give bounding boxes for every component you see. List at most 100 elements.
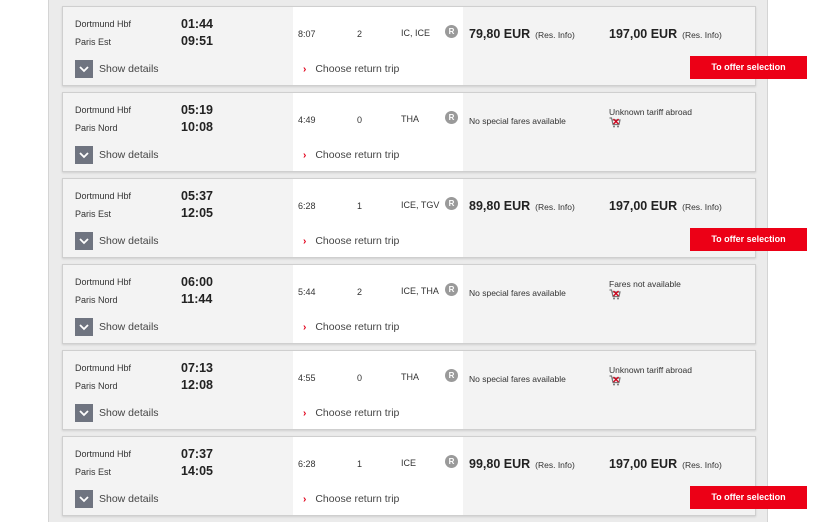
reservation-icon[interactable]: R <box>445 197 458 210</box>
connection-row: Dortmund Hbf Paris Est Show details 05:3… <box>62 178 807 258</box>
times-cell: 07:37 14:05 <box>175 437 293 515</box>
saver-fare-cell: 99,80 EUR (Res. Info) <box>463 437 603 515</box>
show-details-label[interactable]: Show details <box>99 235 159 247</box>
arrival-time: 11:44 <box>181 292 213 306</box>
departure-time: 07:37 <box>181 447 213 461</box>
departure-station: Dortmund Hbf <box>75 277 132 287</box>
departure-time: 07:13 <box>181 361 213 375</box>
chevron-right-icon: › <box>303 63 307 75</box>
show-details-button[interactable]: Show details <box>75 146 159 164</box>
stations-cell: Dortmund Hbf Paris Nord Show details <box>63 351 175 429</box>
departure-time: 01:44 <box>181 17 213 31</box>
times-cell: 06:00 11:44 <box>175 265 293 343</box>
show-details-label[interactable]: Show details <box>99 63 159 75</box>
res-info-link[interactable]: (Res. Info) <box>535 460 575 470</box>
connection-row: Dortmund Hbf Paris Est Show details 01:4… <box>62 6 807 86</box>
to-offer-selection-button[interactable]: To offer selection <box>690 56 807 79</box>
reservation-icon[interactable]: R <box>445 25 458 38</box>
choose-return-trip-link[interactable]: › Choose return trip <box>303 235 399 247</box>
to-offer-selection-button[interactable]: To offer selection <box>690 228 807 251</box>
show-details-button[interactable]: Show details <box>75 318 159 336</box>
arrival-station: Paris Est <box>75 37 112 47</box>
show-details-button[interactable]: Show details <box>75 60 159 78</box>
flex-fare-cell: 197,00 EUR (Res. Info) To offer selection <box>603 7 807 85</box>
to-offer-selection-button[interactable]: To offer selection <box>690 486 807 509</box>
choose-return-trip-link[interactable]: › Choose return trip <box>303 321 399 333</box>
train-products: IC, ICE <box>401 28 431 38</box>
arrival-time: 14:05 <box>181 464 213 478</box>
show-details-label[interactable]: Show details <box>99 407 159 419</box>
choose-return-trip-label[interactable]: Choose return trip <box>315 493 399 505</box>
departure-station: Dortmund Hbf <box>75 105 132 115</box>
departure-time: 06:00 <box>181 275 213 289</box>
choose-return-trip-label[interactable]: Choose return trip <box>315 321 399 333</box>
reservation-icon[interactable]: R <box>445 369 458 382</box>
choose-return-trip-link[interactable]: › Choose return trip <box>303 407 399 419</box>
stations-cell: Dortmund Hbf Paris Est Show details <box>63 437 175 515</box>
fare-value: 79,80 EUR <box>469 27 531 41</box>
connection-row: Dortmund Hbf Paris Nord Show details 06:… <box>62 264 756 344</box>
fare-value: 197,00 EUR <box>609 199 678 213</box>
train-products: THA <box>401 114 419 124</box>
choose-return-trip-link[interactable]: › Choose return trip <box>303 149 399 161</box>
connection-row: Dortmund Hbf Paris Nord Show details 07:… <box>62 350 756 430</box>
stations-cell: Dortmund Hbf Paris Est Show details <box>63 179 175 257</box>
show-details-button[interactable]: Show details <box>75 232 159 250</box>
no-fare-text: No special fares available <box>469 374 566 384</box>
choose-return-trip-label[interactable]: Choose return trip <box>315 149 399 161</box>
stations-cell: Dortmund Hbf Paris Nord Show details <box>63 93 175 171</box>
cart-unavailable-icon <box>609 375 621 388</box>
times-cell: 05:37 12:05 <box>175 179 293 257</box>
flex-fare-price: 197,00 EUR (Res. Info) <box>609 457 722 471</box>
stations-cell: Dortmund Hbf Paris Nord Show details <box>63 265 175 343</box>
chevron-down-icon[interactable] <box>75 318 93 336</box>
show-details-label[interactable]: Show details <box>99 321 159 333</box>
res-info-link[interactable]: (Res. Info) <box>682 202 722 212</box>
choose-return-trip-label[interactable]: Choose return trip <box>315 407 399 419</box>
arrival-time: 12:08 <box>181 378 213 392</box>
saver-fare-cell: No special fares available <box>463 93 603 171</box>
chevron-right-icon: › <box>303 235 307 247</box>
chevron-right-icon: › <box>303 321 307 333</box>
journey-info-cell: 4:55 0 THA R › Choose return trip <box>293 351 463 429</box>
flex-fare-cell: Fares not available <box>603 265 757 343</box>
res-info-link[interactable]: (Res. Info) <box>682 30 722 40</box>
train-products: ICE, TGV <box>401 200 440 210</box>
chevron-down-icon[interactable] <box>75 60 93 78</box>
chevron-down-icon[interactable] <box>75 490 93 508</box>
choose-return-trip-label[interactable]: Choose return trip <box>315 235 399 247</box>
changes-count: 2 <box>357 287 363 297</box>
chevron-down-icon[interactable] <box>75 232 93 250</box>
show-details-button[interactable]: Show details <box>75 490 159 508</box>
show-details-label[interactable]: Show details <box>99 149 159 161</box>
choose-return-trip-link[interactable]: › Choose return trip <box>303 63 399 75</box>
stations-cell: Dortmund Hbf Paris Est Show details <box>63 7 175 85</box>
changes-count: 0 <box>357 373 363 383</box>
duration: 4:55 <box>298 373 316 383</box>
choose-return-trip-link[interactable]: › Choose return trip <box>303 493 399 505</box>
departure-station: Dortmund Hbf <box>75 191 132 201</box>
departure-time: 05:37 <box>181 189 213 203</box>
show-details-button[interactable]: Show details <box>75 404 159 422</box>
saver-fare-price: 79,80 EUR (Res. Info) <box>469 27 575 41</box>
res-info-link[interactable]: (Res. Info) <box>535 30 575 40</box>
no-fare-text: No special fares available <box>469 288 566 298</box>
fare-note-text: Unknown tariff abroad <box>609 365 693 375</box>
choose-return-trip-label[interactable]: Choose return trip <box>315 63 399 75</box>
journey-info-cell: 6:28 1 ICE, TGV R › Choose return trip <box>293 179 463 257</box>
duration: 4:49 <box>298 115 316 125</box>
res-info-link[interactable]: (Res. Info) <box>682 460 722 470</box>
changes-count: 2 <box>357 29 363 39</box>
no-fare-text: No special fares available <box>469 116 566 126</box>
saver-fare-price: 89,80 EUR (Res. Info) <box>469 199 575 213</box>
fare-value: 99,80 EUR <box>469 457 531 471</box>
reservation-icon[interactable]: R <box>445 283 458 296</box>
fare-value: 197,00 EUR <box>609 457 678 471</box>
reservation-icon[interactable]: R <box>445 111 458 124</box>
reservation-icon[interactable]: R <box>445 455 458 468</box>
chevron-down-icon[interactable] <box>75 146 93 164</box>
journey-info-cell: 8:07 2 IC, ICE R › Choose return trip <box>293 7 463 85</box>
show-details-label[interactable]: Show details <box>99 493 159 505</box>
res-info-link[interactable]: (Res. Info) <box>535 202 575 212</box>
chevron-down-icon[interactable] <box>75 404 93 422</box>
